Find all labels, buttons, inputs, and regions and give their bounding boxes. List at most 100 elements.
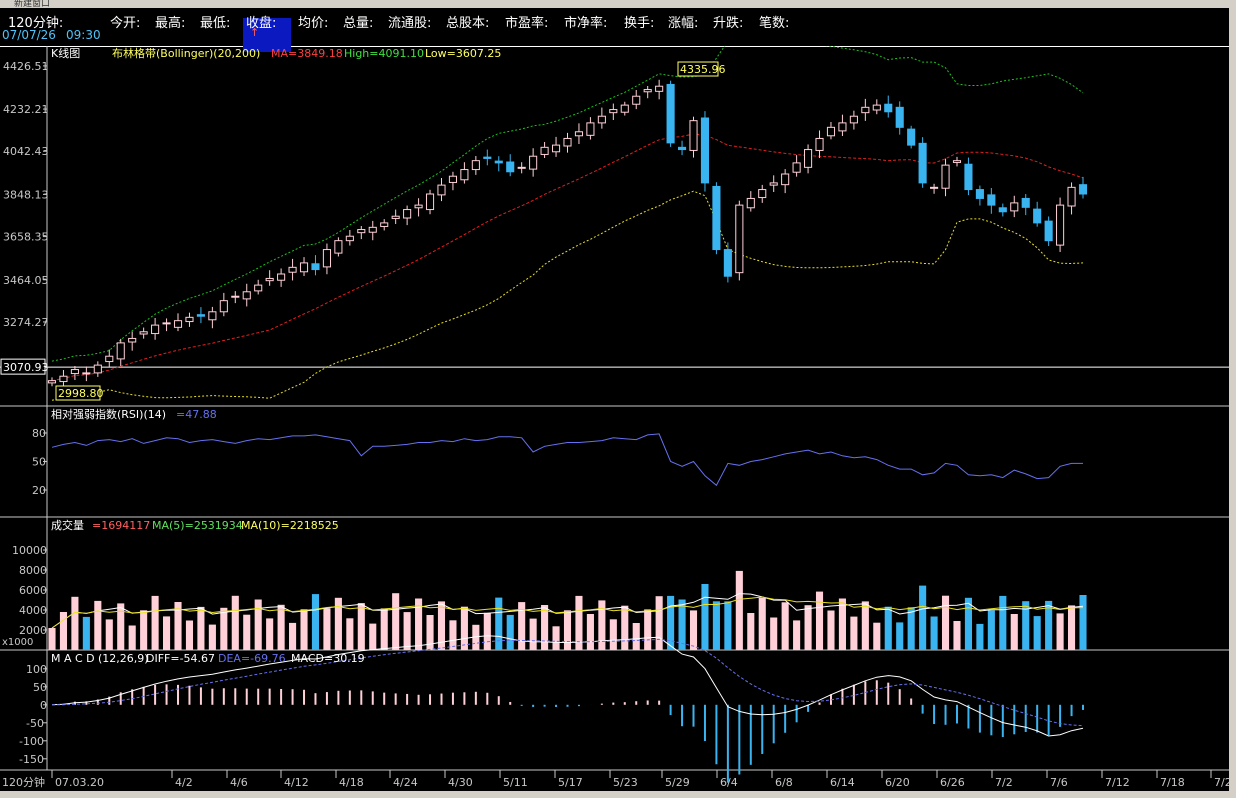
volume-bar <box>71 596 79 650</box>
volume-bar <box>117 603 125 650</box>
volume-bar <box>724 601 732 650</box>
candle-body <box>781 173 790 186</box>
candle-body <box>162 322 171 325</box>
vertical-scrollbar[interactable] <box>1229 8 1236 791</box>
candle-body <box>586 122 595 136</box>
macd-value: MACD=30.19 <box>291 652 365 665</box>
kline-title: K线图 <box>51 46 80 60</box>
candle-body <box>173 320 183 328</box>
date-readout: 07/07/26 <box>2 28 56 42</box>
volume-bar <box>747 613 755 650</box>
candle-body <box>723 249 732 277</box>
volume-bar <box>976 623 984 650</box>
x-tick-label: 5/11 <box>503 776 528 789</box>
candle-body <box>185 316 194 323</box>
candle-body <box>941 164 950 189</box>
volume-title: 成交量 <box>51 518 84 532</box>
volume-bar <box>873 622 881 650</box>
time-readout: 09:30 <box>66 28 101 42</box>
candle-body <box>322 249 331 268</box>
volume-tick-label: 10000 <box>12 544 47 557</box>
candle-body <box>414 204 423 209</box>
volume-bar <box>758 597 766 650</box>
candle-body <box>254 284 263 292</box>
price-tick-label: 3848.13 <box>3 188 49 201</box>
candle-body <box>196 314 205 317</box>
candle-body <box>105 355 114 363</box>
candle-body <box>1010 202 1019 212</box>
current-price-label: 3070.93 <box>3 361 49 374</box>
volume-bar <box>449 620 457 650</box>
candle-body <box>540 146 549 155</box>
volume-bar <box>128 625 136 650</box>
candle-body <box>219 300 228 313</box>
quote-info-bar: 120分钟: 今开: 最高: 最低: 收盘: ↑ 均价: 总量: 流通股: 总股… <box>0 8 1236 52</box>
x-tick-label: 5/23 <box>613 776 638 789</box>
candle-body <box>998 207 1007 213</box>
volume-bar <box>815 591 824 650</box>
candle-body <box>758 189 767 199</box>
x-tick-label: 4/2 <box>175 776 193 789</box>
candle-body <box>689 120 698 151</box>
bollinger-upper-line <box>51 46 1084 362</box>
bollinger-ma-line <box>51 133 1084 382</box>
candle-body <box>872 104 881 111</box>
chart-area[interactable]: 3070.93 4335.96 2998.80 4426.51 4232.21 4042… <box>0 46 1229 791</box>
candle-body <box>311 263 320 271</box>
candle-body <box>277 273 286 281</box>
volume-bar <box>1067 605 1076 650</box>
volume-bar <box>781 602 789 650</box>
candle-body <box>231 295 240 298</box>
x-tick-label: 4/12 <box>284 776 309 789</box>
volume-label: 总量: <box>343 16 374 31</box>
change-pct-label: 涨幅: <box>668 16 699 31</box>
candle-body <box>746 197 755 209</box>
volume-bar <box>334 597 342 650</box>
candle-body <box>299 262 309 273</box>
candle-body <box>632 95 641 105</box>
volume-bar <box>185 620 194 650</box>
bollinger-low-value: Low=3607.25 <box>425 47 501 60</box>
volume-bar <box>254 599 262 650</box>
x-tick-label: 6/14 <box>830 776 855 789</box>
macd-title: M A C D <box>51 652 95 665</box>
candle-body <box>242 291 251 300</box>
volume-bar <box>919 585 927 650</box>
volume-bar <box>197 606 205 650</box>
volume-bar <box>1079 595 1087 650</box>
candle-body <box>815 137 824 151</box>
candle-body <box>700 117 710 184</box>
macd-tick-label: -150 <box>19 753 44 766</box>
candle-body <box>849 115 858 124</box>
volume-bar <box>827 610 835 650</box>
bollinger-high-value: High=4091.10 <box>344 47 424 60</box>
x-tick-label: 5/29 <box>665 776 690 789</box>
volume-bar <box>770 617 778 650</box>
candle-body <box>712 185 721 251</box>
candle-body <box>82 372 91 375</box>
candle-body <box>826 126 836 137</box>
x-tick-label: 7/6 <box>1050 776 1068 789</box>
x-tick-label: 6/26 <box>940 776 965 789</box>
volume-bar <box>793 620 801 650</box>
volume-bar <box>987 610 995 650</box>
volume-bar <box>907 607 915 650</box>
avg-label: 均价: <box>298 16 329 31</box>
candle-body <box>1044 220 1053 242</box>
volume-bar <box>163 616 171 650</box>
volume-bar <box>483 612 491 650</box>
candle-body <box>895 106 904 128</box>
volume-tick-label: 2000 <box>19 624 47 637</box>
volume-bar <box>266 618 274 650</box>
volume-bar <box>712 601 720 650</box>
candle-body <box>357 229 366 234</box>
candle-body <box>288 266 297 273</box>
candle-body <box>861 106 870 114</box>
x-tick-label: 7/24 <box>1214 776 1229 789</box>
candle-body <box>529 155 538 170</box>
candle-body <box>666 83 675 144</box>
candle-body <box>494 160 503 164</box>
volume-bar <box>735 570 743 650</box>
candle-body <box>551 144 561 153</box>
macd-diff-value: DIFF=-54.67 <box>146 652 215 665</box>
